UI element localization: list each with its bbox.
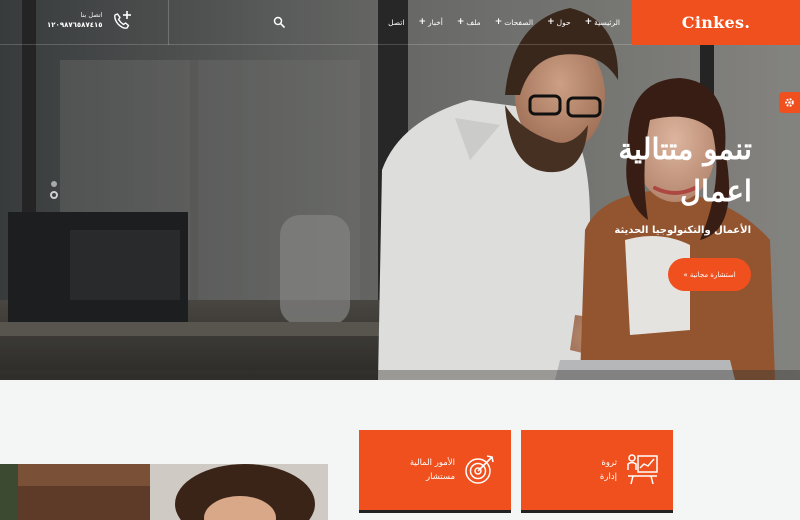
nav-item-label: أخبار xyxy=(427,18,443,27)
nav-item-label: حول xyxy=(556,18,571,27)
gear-icon xyxy=(785,98,794,107)
service-card-finance[interactable]: الأمور المالية مستشار xyxy=(359,430,511,510)
hero-section: Cinkes. الرئيسية + حول + الصفحات + ملف +… xyxy=(0,0,800,380)
nav-item-pages[interactable]: الصفحات + xyxy=(494,17,534,28)
header-contact[interactable]: اتصل بنا ١٢٠٩٨٧٦٥٨٧٤١٥ xyxy=(47,9,133,31)
service-card-wealth[interactable]: ثروة إدارة xyxy=(521,430,673,510)
nav-item-news[interactable]: أخبار + xyxy=(418,17,443,28)
nav-item-label: الرئيسية xyxy=(594,18,620,27)
contact-text: اتصل بنا ١٢٠٩٨٧٦٥٨٧٤١٥ xyxy=(47,11,103,29)
plus-icon: + xyxy=(494,17,503,27)
site-header: Cinkes. الرئيسية + حول + الصفحات + ملف +… xyxy=(0,0,800,45)
main-nav: الرئيسية + حول + الصفحات + ملف + أخبار +… xyxy=(388,0,620,45)
contact-label: اتصل بنا xyxy=(80,11,103,19)
plus-icon: + xyxy=(547,17,555,27)
target-arrow-icon xyxy=(465,455,494,484)
logo-block[interactable]: Cinkes. xyxy=(632,0,800,45)
logo[interactable]: Cinkes. xyxy=(682,13,750,32)
phone-plus-icon xyxy=(113,11,131,29)
card-line-2: إدارة xyxy=(599,472,617,482)
presentation-chart-icon xyxy=(627,454,658,485)
card-line-1: الأمور المالية xyxy=(409,458,455,468)
nav-item-home[interactable]: الرئيسية + xyxy=(584,17,620,28)
slider-dot[interactable] xyxy=(51,181,57,187)
header-divider xyxy=(168,0,169,45)
slider-dots xyxy=(50,181,58,199)
hero-title: تنمو متتالية اعمال xyxy=(618,132,752,208)
nav-item-label: ملف xyxy=(466,18,481,27)
settings-toggle[interactable] xyxy=(779,92,800,113)
card-label: ثروة إدارة xyxy=(600,456,617,484)
card-line-1: ثروة xyxy=(601,458,617,468)
nav-item-contact[interactable]: اتصل xyxy=(388,18,404,27)
plus-icon: + xyxy=(584,17,593,27)
nav-item-portfolio[interactable]: ملف + xyxy=(456,17,481,28)
plus-icon: + xyxy=(456,17,465,27)
card-label: الأمور المالية مستشار xyxy=(410,456,455,484)
free-consultation-button[interactable]: استشارة مجانية » xyxy=(668,258,751,291)
team-member-photo xyxy=(0,464,328,520)
nav-item-label: الصفحات xyxy=(504,18,534,27)
plus-icon: + xyxy=(418,17,426,27)
hero-subtitle: الأعمال والتكنولوجيا الحديثة xyxy=(614,225,751,236)
nav-item-about[interactable]: حول + xyxy=(547,17,571,28)
card-line-2: مستشار xyxy=(426,472,455,482)
contact-phone[interactable]: ١٢٠٩٨٧٦٥٨٧٤١٥ xyxy=(47,21,103,29)
slider-dot-active[interactable] xyxy=(50,191,58,199)
search-icon[interactable] xyxy=(273,16,285,28)
nav-item-label: اتصل xyxy=(388,18,405,27)
